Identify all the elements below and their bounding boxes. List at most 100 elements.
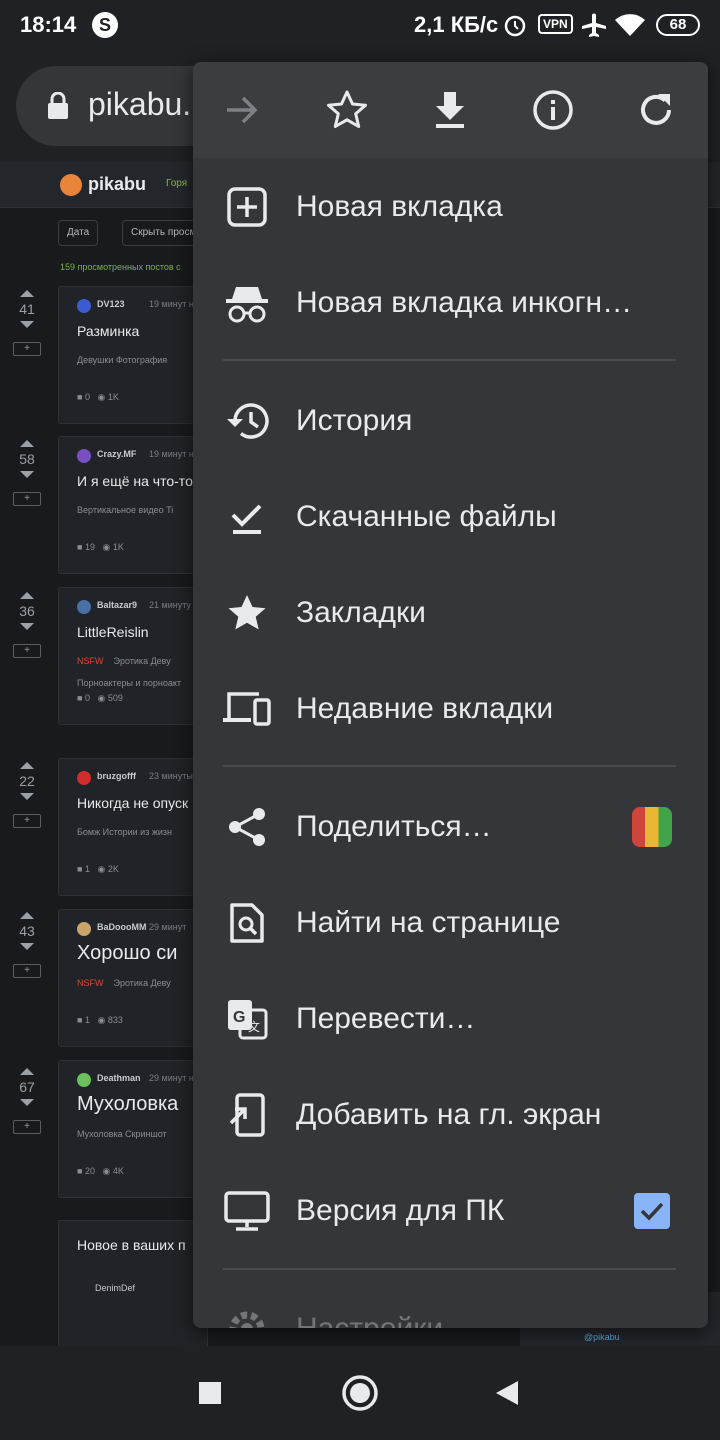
hot-tab[interactable]: Горя [166,178,187,189]
menu-add-to-home[interactable]: Добавить на гл. экран [193,1070,708,1160]
new-tab-icon [223,184,271,230]
site-logo[interactable]: pikabu [88,174,146,195]
post-rating: 41 + [10,290,44,356]
menu-bookmarks[interactable]: Закладки [193,568,708,658]
save-post-icon[interactable]: + [13,964,41,978]
menu-find-in-page[interactable]: Найти на странице [193,878,708,968]
post-tags[interactable]: Вертикальное видео Ti [77,505,173,515]
avatar[interactable] [77,771,91,785]
pikabu-handle[interactable]: @pikabu [584,1332,620,1342]
post-title[interactable]: Хорошо си [77,942,177,965]
upvote-icon[interactable] [20,290,34,297]
save-post-icon[interactable]: + [13,1120,41,1134]
post-tags[interactable]: Девушки Фотография [77,355,167,365]
menu-incognito-tab[interactable]: Новая вкладка инкогн… [193,258,708,348]
comment-count[interactable]: 1 [85,1015,90,1025]
avatar[interactable] [77,600,91,614]
menu-new-tab[interactable]: Новая вкладка [193,162,708,252]
post-author[interactable]: Baltazar9 [97,600,137,610]
post-rating: 22 + [10,762,44,828]
menu-item-label: Новая вкладка инкогн… [296,286,633,319]
downvote-icon[interactable] [20,793,34,800]
post-tags[interactable]: Эротика Деву [114,656,171,666]
save-post-icon[interactable]: + [13,644,41,658]
avatar[interactable] [77,1073,91,1087]
post-author[interactable]: Deathman [97,1073,141,1083]
post-tags[interactable]: Эротика Деву [114,978,171,988]
post-author[interactable]: bruzgofff [97,771,136,781]
save-post-icon[interactable]: + [13,814,41,828]
new-section-user[interactable]: DenimDef [95,1283,135,1293]
comment-count[interactable]: 20 [85,1166,95,1176]
pikabu-logo-icon [60,174,82,196]
menu-item-label: Найти на странице [296,906,561,939]
post-title[interactable]: Мухоловка [77,1093,178,1116]
avatar[interactable] [77,922,91,936]
post-card[interactable]: BaDoooMM 29 минут Хорошо си NSFW Эротика Дев… [58,909,208,1047]
recents-button[interactable] [185,1368,235,1418]
post-title[interactable]: Разминка [77,323,139,339]
upvote-icon[interactable] [20,912,34,919]
post-title[interactable]: Никогда не опуск [77,795,188,811]
comment-count[interactable]: 19 [85,542,95,552]
save-post-icon[interactable]: + [13,492,41,506]
back-button[interactable] [482,1368,532,1418]
menu-settings[interactable]: Настройки [193,1284,708,1328]
post-title[interactable]: LittleReislin [77,624,149,640]
comment-count[interactable]: 0 [85,693,90,703]
date-filter[interactable]: Дата [58,220,99,246]
post-card[interactable]: Deathman 29 минут н Мухоловка Мухоловка Скр… [58,1060,208,1198]
desktop-version-checkbox[interactable] [634,1193,670,1229]
upvote-icon[interactable] [20,440,34,447]
post-card[interactable]: Baltazar9 21 минуту LittleReislin NSFW Эроти… [58,587,208,725]
downvote-icon[interactable] [20,623,34,630]
info-button[interactable] [525,84,581,136]
post-extra-tags[interactable]: Порноактеры и порноакт [77,678,181,688]
menu-history[interactable]: История [193,376,708,466]
menu-item-label: Недавние вкладки [296,692,554,725]
menu-recent-tabs[interactable]: Недавние вкладки [193,664,708,754]
desktop-icon [223,1188,271,1234]
post-author[interactable]: BaDoooMM [97,922,147,932]
forward-button[interactable] [215,84,271,136]
comment-count[interactable]: 0 [85,392,90,402]
nsfw-tag[interactable]: NSFW [77,978,104,988]
post-tags[interactable]: Бомж Истории из жизн [77,827,172,837]
save-post-icon[interactable]: + [13,342,41,356]
upvote-icon[interactable] [20,592,34,599]
post-card[interactable]: Crazy.MF 19 минут н И я ещё на что-то Верти… [58,436,208,574]
post-card[interactable]: bruzgofff 23 минуты Никогда не опуск Бомж И… [58,758,208,896]
recents-icon [199,1382,221,1404]
new-section-title: Новое в ваших п [77,1237,186,1253]
post-time: 29 минут [149,922,187,932]
comment-count[interactable]: 1 [85,864,90,874]
downvote-icon[interactable] [20,471,34,478]
upvote-icon[interactable] [20,762,34,769]
menu-desktop-version[interactable]: Версия для ПК [193,1166,708,1256]
share-target-app-icon[interactable] [632,807,672,847]
downvote-icon[interactable] [20,321,34,328]
home-button[interactable] [335,1368,385,1418]
nsfw-tag[interactable]: NSFW [77,656,104,666]
refresh-button[interactable] [628,84,684,136]
post-stats: ■ 1 ◉ 2K [77,864,119,874]
menu-downloads[interactable]: Скачанные файлы [193,472,708,562]
avatar[interactable] [77,449,91,463]
downvote-icon[interactable] [20,943,34,950]
post-title[interactable]: И я ещё на что-то [77,473,193,489]
bookmark-button[interactable] [319,84,375,136]
new-in-subscriptions: Новое в ваших п DenimDef [58,1220,208,1346]
post-author[interactable]: Crazy.MF [97,449,136,459]
download-button[interactable] [422,84,478,136]
post-card[interactable]: DV123 19 минут наза Разминка Девушки Фотогр… [58,286,208,424]
post-tag-row: Бомж Истории из жизн [77,827,172,837]
info-icon [533,90,573,130]
post-author[interactable]: DV123 [97,299,125,309]
menu-share[interactable]: Поделиться… [193,782,708,872]
downvote-icon[interactable] [20,1099,34,1106]
avatar[interactable] [77,299,91,313]
menu-translate[interactable]: G文 Перевести… [193,974,708,1064]
post-stats: ■ 0 ◉ 1K [77,392,119,402]
post-tags[interactable]: Мухоловка Скриншот [77,1129,167,1139]
upvote-icon[interactable] [20,1068,34,1075]
